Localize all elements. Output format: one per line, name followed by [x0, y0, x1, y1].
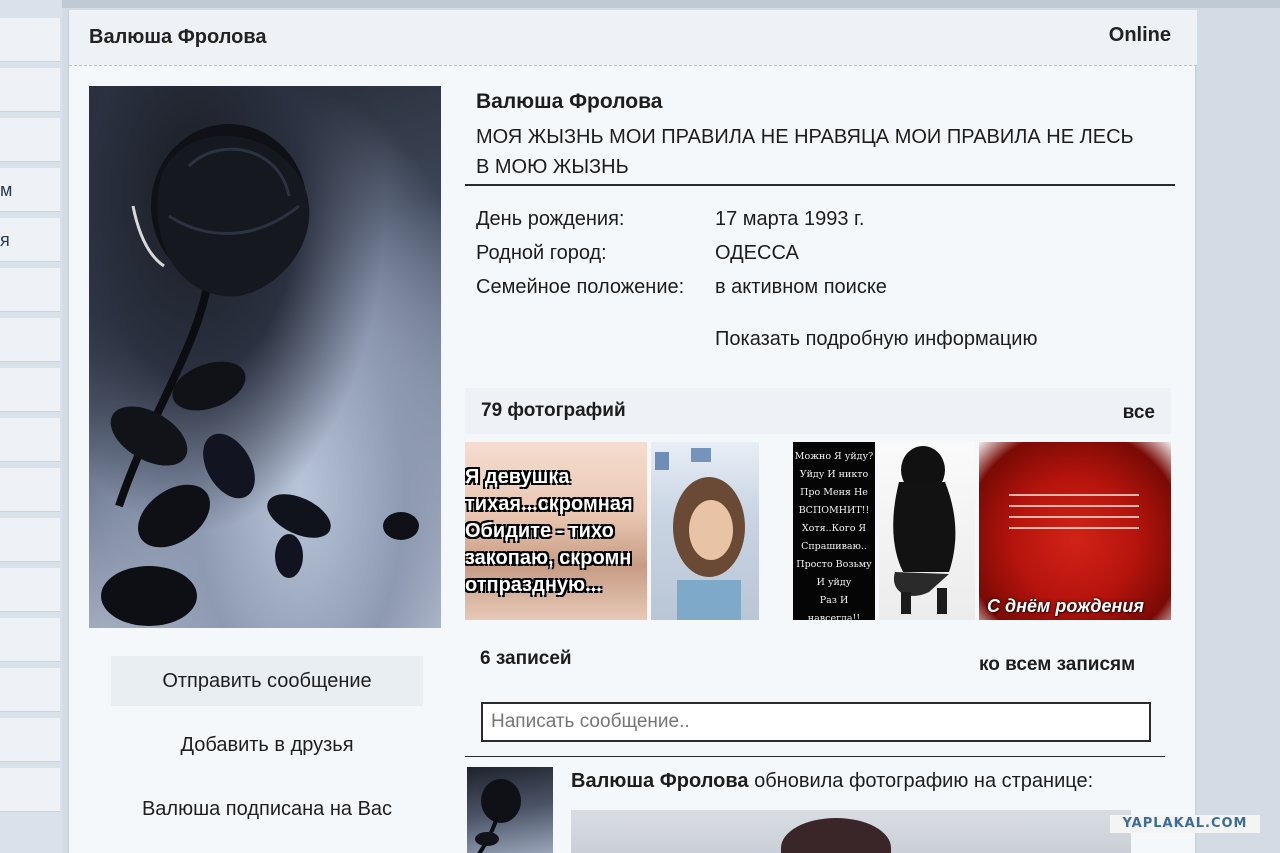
info-value[interactable]: ОДЕССА	[715, 242, 799, 265]
add-friend-button[interactable]: Добавить в друзья	[111, 720, 423, 770]
thumb-caption: С днём рождения	[987, 596, 1144, 616]
sidebar-item[interactable]	[0, 18, 60, 62]
profile-avatar[interactable]	[89, 86, 441, 628]
post-action-text: обновила фотографию на странице:	[748, 770, 1094, 792]
info-label: Семейное положение:	[476, 276, 685, 298]
site-watermark: YAPLAKAL.COM	[1110, 815, 1260, 833]
photo-thumb[interactable]	[879, 442, 975, 620]
sidebar-item[interactable]	[0, 768, 60, 812]
info-value[interactable]: 17 марта 1993 г.	[715, 208, 864, 231]
profile-panel: Валюша Фролова Online Отправить сообщени…	[68, 10, 1197, 853]
photos-count[interactable]: 79 фотографий	[481, 400, 626, 422]
info-label: Родной город:	[476, 242, 607, 264]
sidebar-item[interactable]	[0, 618, 60, 662]
wall-count[interactable]: 6 записей	[480, 648, 572, 670]
send-message-button[interactable]: Отправить сообщение	[111, 656, 423, 706]
top-bar	[62, 0, 1280, 8]
thumb-caption-line: тихая...скромная	[465, 493, 633, 515]
info-value[interactable]: в активном поиске	[715, 276, 887, 299]
post-author-link[interactable]: Валюша Фролова	[571, 770, 749, 792]
thumb-caption-line: закопаю, скромн	[465, 547, 632, 569]
post-author-avatar[interactable]	[467, 767, 553, 853]
sidebar-item[interactable]	[0, 268, 60, 312]
girl-photo	[655, 448, 745, 620]
sidebar-item-label: м	[0, 180, 13, 200]
sidebar-item[interactable]	[0, 518, 60, 562]
thumb-lines	[1009, 494, 1139, 538]
show-more-info-link[interactable]: Показать подробную информацию	[715, 328, 1037, 351]
info-label: День рождения:	[476, 208, 625, 230]
left-sidebar-strip: м я	[0, 0, 62, 853]
sidebar-item[interactable]: я	[0, 218, 60, 262]
thumb-caption-line: отпраздную...	[465, 574, 602, 596]
header-user-name: Валюша Фролова	[89, 26, 267, 48]
sidebar-item[interactable]	[0, 568, 60, 612]
wall-all-link[interactable]: ко всем записям	[979, 654, 1135, 676]
sidebar-item[interactable]	[0, 118, 60, 162]
thumb-caption-line: Обидите - тихо	[465, 520, 614, 542]
sidebar-item-label: я	[0, 230, 10, 250]
sidebar-item[interactable]	[0, 68, 60, 112]
photos-header: 79 фотографий все	[465, 388, 1171, 434]
photo-thumb[interactable]: С днём рождения	[979, 442, 1171, 620]
rose-image	[101, 124, 419, 626]
photo-thumb[interactable]: Я девушка тихая...скромная Обидите - тих…	[465, 442, 647, 620]
subscribed-label[interactable]: Валюша подписана на Вас	[111, 784, 423, 834]
figure-photo	[893, 446, 956, 614]
profile-header: Валюша Фролова Online	[69, 10, 1197, 66]
sidebar-item[interactable]	[0, 668, 60, 712]
sidebar-item[interactable]	[0, 468, 60, 512]
sidebar-item[interactable]: м	[0, 168, 60, 212]
divider	[465, 184, 1175, 186]
thumb-poem: Можно Я уйду? Уйду И никто Про Меня Не В…	[794, 451, 874, 620]
sidebar-item[interactable]	[0, 718, 60, 762]
photos-all-link[interactable]: все	[1123, 402, 1155, 424]
photo-thumb[interactable]: Можно Я уйду? Уйду И никто Про Меня Не В…	[793, 442, 875, 620]
divider	[465, 756, 1165, 757]
sidebar-item[interactable]	[0, 368, 60, 412]
profile-name: Валюша Фролова	[476, 90, 663, 113]
thumb-caption-line: Я девушка	[465, 466, 570, 488]
post-photo[interactable]	[571, 810, 1131, 853]
post-header: Валюша Фролова обновила фотографию на ст…	[571, 770, 1093, 793]
post-photo-detail	[781, 818, 891, 853]
photo-thumb[interactable]	[651, 442, 759, 620]
online-status: Online	[1108, 24, 1171, 46]
wall-message-input[interactable]	[481, 702, 1151, 742]
rose-thumb	[475, 779, 521, 853]
sidebar-item[interactable]	[0, 418, 60, 462]
profile-status-text: МОЯ ЖЫЗНЬ МОИ ПРАВИЛА НЕ НРАВЯЦА МОИ ПРА…	[476, 126, 1134, 178]
sidebar-item[interactable]	[0, 318, 60, 362]
